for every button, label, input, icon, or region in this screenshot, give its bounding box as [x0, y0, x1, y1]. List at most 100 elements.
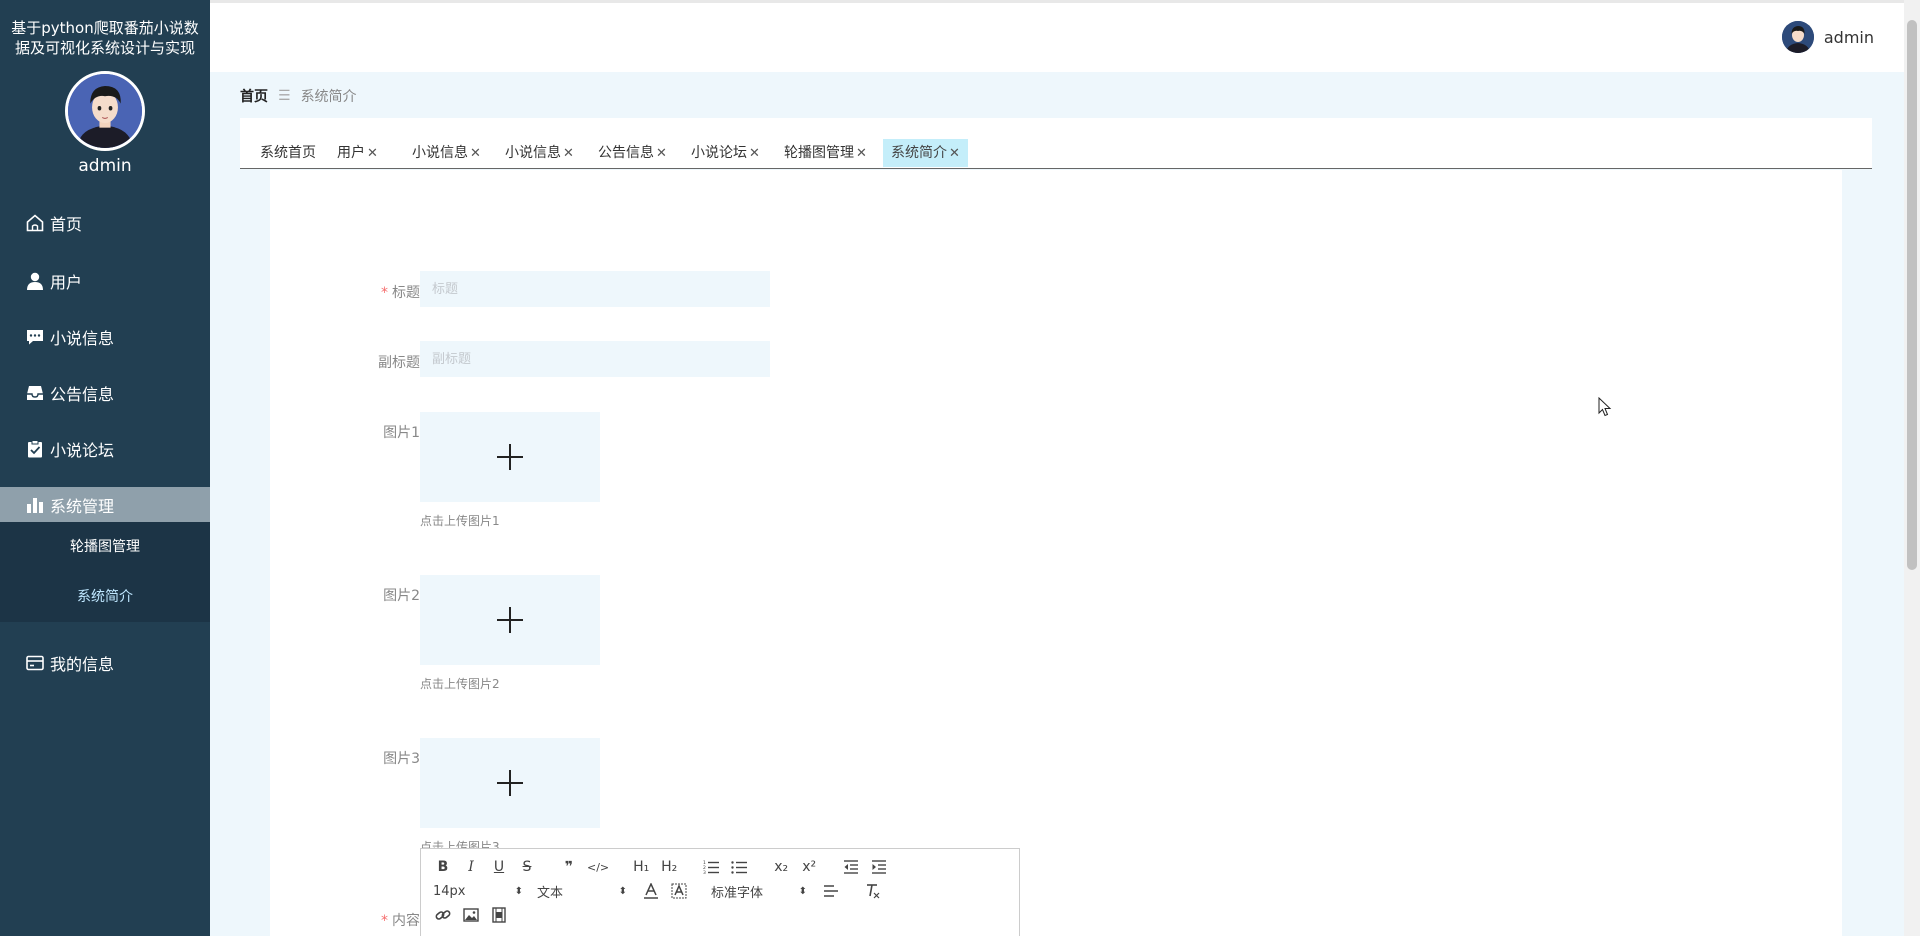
plus-icon: [497, 444, 523, 470]
avatar-portrait-icon: [1781, 21, 1814, 53]
text-color-icon[interactable]: [641, 881, 661, 901]
italic-button[interactable]: I: [461, 857, 481, 877]
sidebar-item-forum[interactable]: 小说论坛: [0, 431, 210, 467]
chat-icon: [24, 326, 46, 348]
tab-system-intro[interactable]: 系统简介 ✕: [883, 139, 968, 167]
label-text: 标题: [392, 285, 420, 301]
code-button[interactable]: </>: [587, 857, 609, 877]
user-icon: [24, 270, 46, 292]
align-icon[interactable]: [821, 881, 841, 901]
app-title: 基于python爬取番茄小说数据及可视化系统设计与实现: [11, 19, 199, 57]
title-label: * 标题: [270, 282, 420, 302]
page-scrollbar[interactable]: [1904, 0, 1920, 936]
tab-label: 小说信息: [412, 145, 468, 161]
quote-button[interactable]: ❞: [559, 857, 579, 877]
tab-label: 公告信息: [598, 145, 654, 161]
avatar[interactable]: [65, 71, 145, 151]
outdent-icon[interactable]: [841, 857, 861, 877]
submenu-item-system-intro[interactable]: 系统简介: [0, 577, 210, 617]
sidebar-item-label: 小说信息: [50, 329, 115, 348]
tabs-bar: 系统首页 用户 ✕ 小说信息 ✕ 小说信息 ✕ 公告信息 ✕ 小说论坛 ✕ 轮播图管理 ✕ …: [240, 118, 1872, 169]
superscript-button[interactable]: x²: [799, 857, 819, 877]
tab-novels-1[interactable]: 小说信息 ✕: [404, 139, 489, 167]
sidebar-item-label: 首页: [50, 215, 83, 234]
header-avatar[interactable]: [1781, 21, 1814, 53]
sidebar-item-label: 公告信息: [50, 385, 115, 404]
heading2-button[interactable]: H₂: [659, 857, 679, 877]
image-icon[interactable]: [461, 905, 481, 925]
bar-chart-icon: [24, 494, 46, 516]
close-icon[interactable]: ✕: [949, 146, 960, 161]
editor-toolbar-row-3: [433, 905, 517, 925]
sidebar-item-system[interactable]: 系统管理: [0, 487, 210, 523]
underline-button[interactable]: U: [489, 857, 509, 877]
close-icon[interactable]: ✕: [470, 146, 481, 161]
plus-icon: [497, 770, 523, 796]
breadcrumb-separator-icon: ☰: [278, 88, 291, 104]
close-icon[interactable]: ✕: [856, 146, 867, 161]
pic3-upload[interactable]: [420, 738, 600, 828]
sidebar-item-label: 我的信息: [50, 655, 115, 674]
link-icon[interactable]: [433, 905, 453, 925]
heading1-button[interactable]: H₁: [631, 857, 651, 877]
tab-users[interactable]: 用户 ✕: [329, 139, 386, 167]
sidebar-item-novels[interactable]: 小说信息: [0, 319, 210, 355]
tab-label: 小说论坛: [691, 145, 747, 161]
inbox-icon: [24, 382, 46, 404]
content-editor[interactable]: B I U S ❞ </> H₁ H₂ 123 x₂ x² 14px ⬍ 文本 …: [420, 848, 1020, 936]
select-value: 文本: [537, 885, 564, 901]
font-family-select[interactable]: 标准字体 ⬍: [711, 881, 807, 901]
card-icon: [24, 652, 46, 674]
svg-text:3: 3: [703, 870, 706, 875]
sidebar-item-notices[interactable]: 公告信息: [0, 375, 210, 411]
tab-notices[interactable]: 公告信息 ✕: [590, 139, 675, 167]
sidebar-item-home[interactable]: 首页: [0, 205, 210, 241]
close-icon[interactable]: ✕: [656, 146, 667, 161]
bold-button[interactable]: B: [433, 857, 453, 877]
tab-forum[interactable]: 小说论坛 ✕: [683, 139, 768, 167]
close-icon[interactable]: ✕: [367, 146, 378, 161]
submenu-item-carousel[interactable]: 轮播图管理: [0, 527, 210, 567]
clear-format-icon[interactable]: [863, 881, 883, 901]
ordered-list-icon[interactable]: 123: [701, 857, 721, 877]
background-color-icon[interactable]: [669, 881, 689, 901]
pic1-upload[interactable]: [420, 412, 600, 502]
select-value: 14px: [433, 883, 466, 899]
tab-label: 小说信息: [505, 145, 561, 161]
clipboard-check-icon: [24, 438, 46, 460]
scrollbar-thumb[interactable]: [1907, 20, 1917, 570]
strike-button[interactable]: S: [517, 857, 537, 877]
sidebar-item-my-info[interactable]: 我的信息: [0, 645, 210, 681]
tab-label: 系统首页: [260, 145, 316, 161]
indent-icon[interactable]: [869, 857, 889, 877]
user-menu[interactable]: admin: [1781, 21, 1874, 53]
close-icon[interactable]: ✕: [749, 146, 760, 161]
top-bar: admin: [210, 0, 1904, 72]
font-size-select[interactable]: 14px ⬍: [433, 881, 523, 901]
breadcrumb-home[interactable]: 首页: [240, 86, 268, 106]
select-arrows-icon: ⬍: [798, 885, 807, 897]
pic1-tip: 点击上传图片1: [420, 514, 500, 528]
header-select[interactable]: 文本 ⬍: [537, 881, 627, 901]
video-icon[interactable]: [489, 905, 509, 925]
select-value: 标准字体: [711, 885, 764, 901]
tab-system-home[interactable]: 系统首页: [252, 139, 324, 167]
content-label: * 内容: [270, 910, 420, 930]
title-input[interactable]: [420, 271, 770, 307]
subscript-button[interactable]: x₂: [771, 857, 791, 877]
close-icon[interactable]: ✕: [563, 146, 574, 161]
required-mark: *: [381, 913, 388, 929]
sidebar-item-users[interactable]: 用户: [0, 263, 210, 299]
subtitle-input[interactable]: [420, 341, 770, 377]
header-username[interactable]: admin: [1824, 28, 1874, 47]
home-icon: [24, 212, 46, 234]
select-arrows-icon: ⬍: [618, 885, 627, 897]
main-content: 首页 ☰ 系统简介 系统首页 用户 ✕ 小说信息 ✕ 小说信息 ✕ 公告信息 ✕ 小说论…: [210, 72, 1904, 936]
system-submenu: 轮播图管理 系统简介: [0, 522, 210, 622]
tab-carousel[interactable]: 轮播图管理 ✕: [776, 139, 875, 167]
breadcrumb: 首页 ☰ 系统简介: [240, 86, 357, 106]
mouse-cursor-icon: [1598, 397, 1612, 417]
tab-novels-2[interactable]: 小说信息 ✕: [497, 139, 582, 167]
pic2-upload[interactable]: [420, 575, 600, 665]
bullet-list-icon[interactable]: [729, 857, 749, 877]
